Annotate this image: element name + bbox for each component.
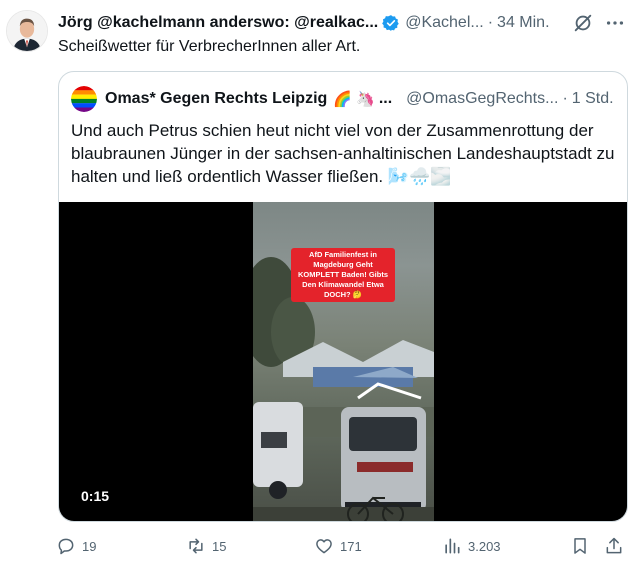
like-icon: [316, 539, 332, 554]
video-overlay-caption: AfD Familienfest in Magdeburg Geht KOMPL…: [291, 248, 395, 302]
like-count: 171: [340, 538, 362, 554]
bookmark-button[interactable]: [570, 534, 590, 558]
tweet-header: Jörg @kachelmann anderswo: @realkac... @…: [58, 11, 630, 35]
quoted-author-emojis: 🌈 🦄: [333, 91, 375, 108]
reply-count: 19: [82, 538, 97, 554]
action-bar: 19 15 171 3.203: [56, 534, 630, 558]
repost-count: 15: [212, 538, 227, 554]
quoted-tweet-text: Und auch Petrus schien heut nicht viel v…: [71, 121, 615, 186]
video-player[interactable]: AfD Familienfest in Magdeburg Geht KOMPL…: [59, 202, 627, 521]
like-button[interactable]: 171: [314, 534, 362, 558]
views-icon: [445, 538, 460, 554]
quoted-tweet-card[interactable]: Omas* Gegen Rechts Leipzig 🌈 🦄 ... @Omas…: [58, 71, 628, 522]
quoted-author-handle[interactable]: @OmasGegRechts...: [406, 90, 558, 108]
quoted-author-ellipsis: ...: [378, 90, 393, 107]
author-avatar[interactable]: [6, 10, 48, 52]
header-separator: ·: [487, 14, 494, 31]
reply-icon: [58, 538, 74, 555]
repost-icon: [189, 538, 203, 554]
reply-button[interactable]: 19: [56, 534, 96, 558]
views-button[interactable]: 3.203: [442, 534, 501, 558]
verified-badge-icon[interactable]: [382, 14, 400, 32]
grok-icon[interactable]: [572, 12, 594, 34]
quoted-header-separator: ·: [562, 90, 568, 107]
video-duration: 0:15: [81, 488, 110, 504]
bookmark-icon: [574, 538, 586, 554]
author-name[interactable]: Jörg @kachelmann anderswo: @realkac...: [58, 14, 378, 32]
author-handle[interactable]: @Kachel...: [405, 14, 484, 32]
tweet-time[interactable]: 34 Min.: [497, 14, 549, 32]
views-count: 3.203: [468, 538, 501, 554]
video-frame[interactable]: AfD Familienfest in Magdeburg Geht KOMPL…: [253, 202, 434, 521]
share-button[interactable]: [604, 534, 624, 558]
repost-button[interactable]: 15: [186, 534, 226, 558]
quoted-tweet-header: Omas* Gegen Rechts Leipzig 🌈 🦄 ... @Omas…: [71, 86, 617, 112]
quoted-author-name[interactable]: Omas* Gegen Rechts Leipzig: [105, 90, 327, 108]
more-icon[interactable]: [604, 12, 626, 34]
tweet-text: Scheißwetter für VerbrecherInnen aller A…: [58, 38, 361, 55]
quoted-author-avatar: [71, 86, 97, 112]
share-icon: [606, 537, 622, 554]
quoted-tweet-time[interactable]: 1 Std.: [572, 90, 614, 108]
